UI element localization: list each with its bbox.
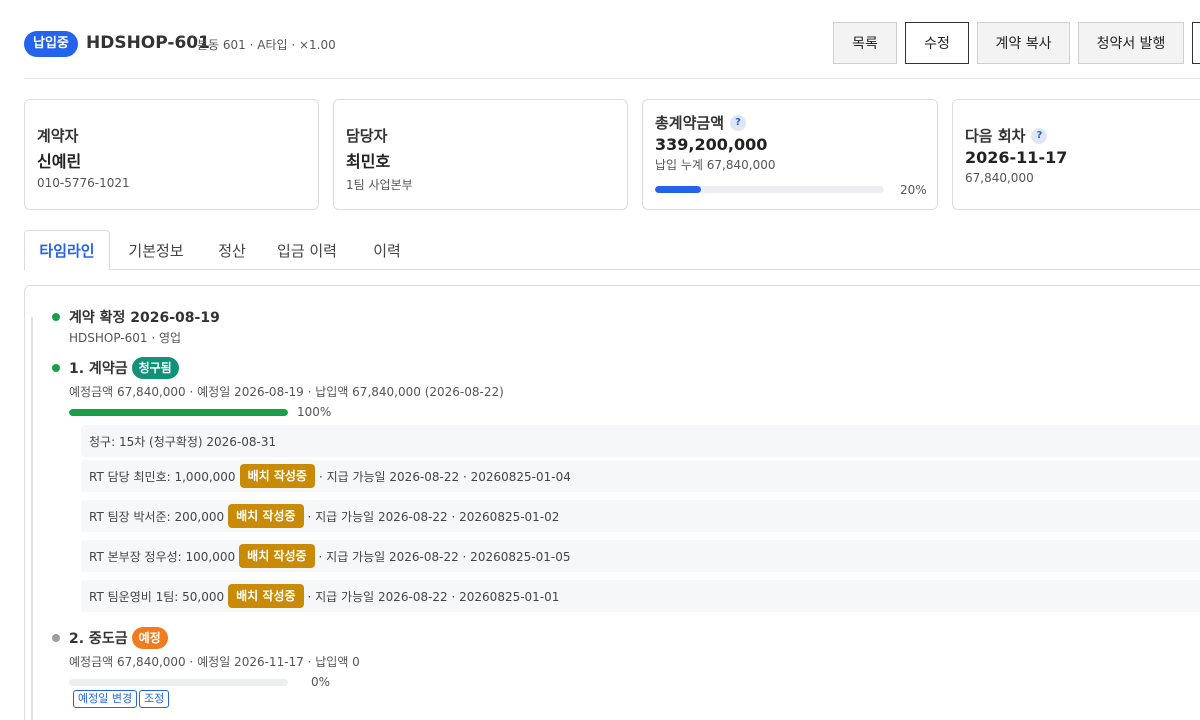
manager-label: 담당자 bbox=[346, 127, 388, 145]
claim-text: 청구: 15차 (청구확정) 2026-08-31 bbox=[89, 434, 277, 449]
installment-2-sub: 예정금액 67,840,000 · 예정일 2026-11-17 · 납입액 0 bbox=[69, 655, 360, 669]
rt-tail: · 지급 가능일 2026-08-22 · 20260825-01-05 bbox=[318, 549, 571, 564]
list-button[interactable]: 목록 bbox=[833, 22, 897, 64]
contract-confirm-title: 계약 확정 2026-08-19 bbox=[69, 310, 220, 326]
installment-1-sub: 예정금액 67,840,000 · 예정일 2026-08-19 · 납입액 6… bbox=[69, 385, 504, 399]
rt-row: RT 본부장 정우성: 100,000 배치 작성중 · 지급 가능일 2026… bbox=[81, 540, 1200, 572]
change-due-date-button[interactable]: 예정일 변경 bbox=[73, 690, 138, 708]
rt-label: RT 담당 최민호: 1,000,000 bbox=[89, 469, 236, 484]
contractor-card: 계약자 신예린 010-5776-1021 bbox=[24, 99, 319, 210]
rt-tail: · 지급 가능일 2026-08-22 · 20260825-01-04 bbox=[318, 469, 571, 484]
copy-contract-button[interactable]: 계약 복사 bbox=[977, 22, 1070, 64]
more-button[interactable] bbox=[1192, 22, 1200, 64]
contractor-name: 신예린 bbox=[37, 152, 82, 171]
rt-label: RT 팀운영비 1팀: 50,000 bbox=[89, 589, 225, 604]
tab-basic-info[interactable]: 기본정보 bbox=[120, 230, 192, 270]
rt-tail: · 지급 가능일 2026-08-22 · 20260825-01-01 bbox=[307, 589, 560, 604]
installment-1-progress-fill bbox=[69, 409, 288, 416]
rt-label: RT 본부장 정우성: 100,000 bbox=[89, 549, 236, 564]
rt-row: RT 팀장 박서준: 200,000 배치 작성중 · 지급 가능일 2026-… bbox=[81, 500, 1200, 532]
help-icon[interactable]: ? bbox=[730, 114, 747, 131]
batch-status-badge: 배치 작성중 bbox=[228, 504, 304, 528]
paid-total: 납입 누계 67,840,000 bbox=[655, 158, 776, 172]
total-amount-label: 총계약금액 bbox=[655, 114, 725, 132]
unit-meta: 본동 601 · A타입 · ×1.00 bbox=[197, 38, 336, 52]
tab-deposit-history[interactable]: 입금 이력 bbox=[272, 230, 342, 270]
batch-status-badge: 배치 작성중 bbox=[228, 584, 304, 608]
next-installment-card: 다음 회차 ? 2026-11-17 67,840,000 bbox=[952, 99, 1200, 210]
contract-confirm-sub: HDSHOP-601 · 영업 bbox=[69, 331, 182, 345]
payment-progress-label: 20% bbox=[900, 183, 927, 197]
help-icon[interactable]: ? bbox=[1031, 127, 1048, 144]
batch-status-badge: 배치 작성중 bbox=[239, 464, 315, 488]
installment-1-status-badge: 청구됨 bbox=[131, 357, 179, 379]
installment-2-title: 2. 중도금 bbox=[69, 631, 128, 647]
rt-row: RT 팀운영비 1팀: 50,000 배치 작성중 · 지급 가능일 2026-… bbox=[81, 580, 1200, 612]
rt-tail: · 지급 가능일 2026-08-22 · 20260825-01-02 bbox=[307, 509, 560, 524]
page-title: HDSHOP-601 bbox=[86, 33, 210, 53]
timeline-line bbox=[31, 317, 33, 720]
status-badge: 납입중 bbox=[24, 31, 78, 57]
installment-2-status-badge: 예정 bbox=[131, 627, 168, 649]
installment-1-progress-label: 100% bbox=[297, 405, 332, 419]
timeline-dot-installment-2 bbox=[52, 634, 60, 642]
next-installment-amount: 67,840,000 bbox=[965, 171, 1034, 185]
installment-2-progress-bar bbox=[69, 679, 288, 686]
issue-subscription-button[interactable]: 청약서 발행 bbox=[1078, 22, 1184, 64]
adjust-button[interactable]: 조정 bbox=[139, 690, 170, 708]
rt-row: RT 담당 최민호: 1,000,000 배치 작성중 · 지급 가능일 202… bbox=[81, 460, 1200, 492]
installment-1-progress-bar bbox=[69, 409, 288, 416]
timeline-dot-confirm bbox=[52, 313, 60, 321]
installment-1-title: 1. 계약금 bbox=[69, 361, 128, 377]
manager-card: 담당자 최민호 1팀 사업본부 bbox=[333, 99, 628, 210]
rt-label: RT 팀장 박서준: 200,000 bbox=[89, 509, 225, 524]
claim-row: 청구: 15차 (청구확정) 2026-08-31 bbox=[81, 425, 1200, 457]
timeline-dot-installment-1 bbox=[52, 364, 60, 372]
total-amount-value: 339,200,000 bbox=[655, 135, 768, 154]
total-amount-card: 총계약금액 ? 339,200,000 납입 누계 67,840,000 20% bbox=[642, 99, 938, 210]
manager-name: 최민호 bbox=[346, 152, 391, 171]
manager-team: 1팀 사업본부 bbox=[346, 178, 413, 192]
edit-button[interactable]: 수정 bbox=[905, 22, 969, 64]
next-installment-label: 다음 회차 bbox=[965, 127, 1026, 145]
installment-2-progress-label: 0% bbox=[311, 675, 331, 689]
tab-timeline[interactable]: 타임라인 bbox=[24, 230, 110, 271]
batch-status-badge: 배치 작성중 bbox=[239, 544, 315, 568]
tab-bar: 타임라인 기본정보 정산 입금 이력 이력 bbox=[24, 230, 1200, 271]
next-installment-date: 2026-11-17 bbox=[965, 148, 1068, 167]
payment-progress-bar bbox=[655, 186, 884, 193]
payment-progress-fill bbox=[655, 186, 701, 193]
tab-history[interactable]: 이력 bbox=[364, 230, 410, 270]
contractor-label: 계약자 bbox=[37, 127, 79, 145]
contractor-phone: 010-5776-1021 bbox=[37, 176, 130, 190]
tab-settlement[interactable]: 정산 bbox=[210, 230, 254, 270]
